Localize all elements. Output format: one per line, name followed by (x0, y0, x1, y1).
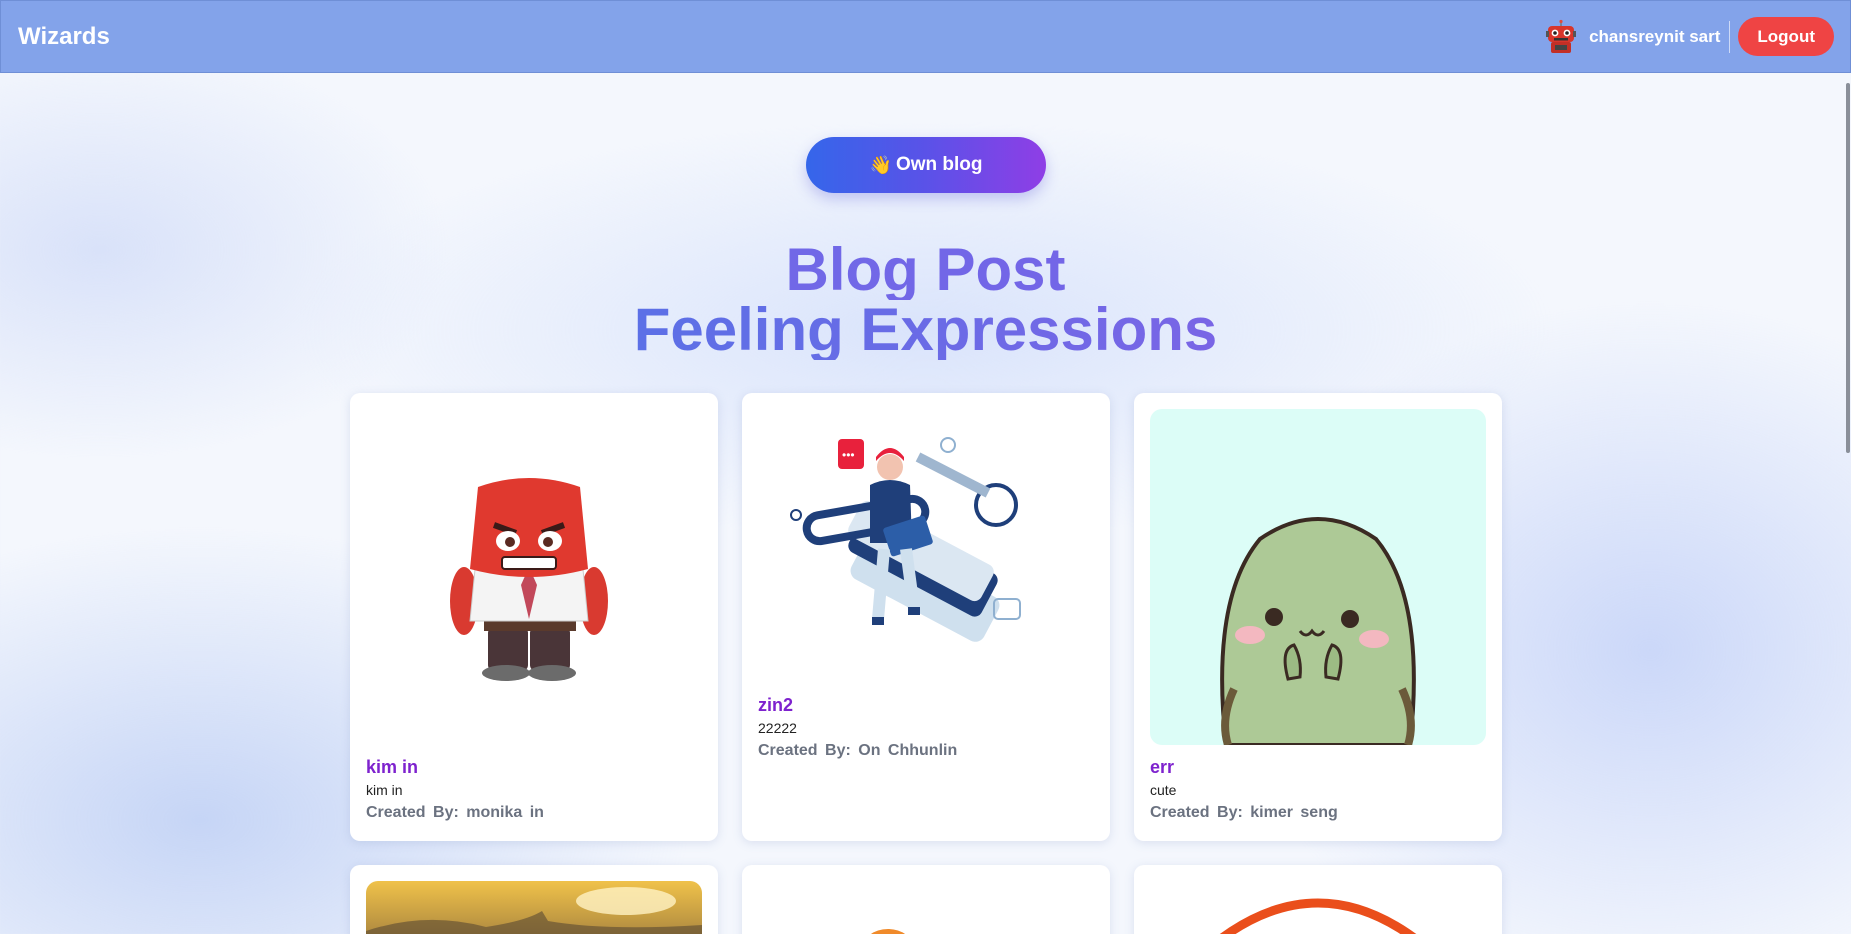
svg-text:•••: ••• (842, 448, 855, 462)
blog-card[interactable] (742, 865, 1110, 934)
blog-card[interactable]: err cute Created By: kimer seng (1134, 393, 1502, 841)
post-title[interactable]: kim in (366, 757, 418, 778)
page-title: Blog Post Feeling Expressions (0, 240, 1851, 360)
nav-divider (1729, 20, 1731, 53)
own-blog-button[interactable]: 👋 Own blog (806, 137, 1046, 193)
page-scrollbar[interactable] (1843, 73, 1851, 934)
blog-card[interactable]: kim in kim in Created By: monika in (350, 393, 718, 841)
user-area: chansreynit sart Logout (1543, 17, 1834, 56)
post-title[interactable]: zin2 (758, 695, 793, 716)
cute-turtle-image (1150, 409, 1486, 745)
orange-character-image (758, 881, 1094, 934)
brand-logo[interactable]: Wizards (18, 23, 110, 51)
blog-card[interactable] (350, 865, 718, 934)
page-title-line-1: Blog Post (0, 240, 1851, 300)
author-name: On Chhunlin (858, 742, 958, 759)
author-label: Created By: (366, 804, 459, 821)
post-description: cute (1150, 782, 1177, 798)
post-description: 22222 (758, 720, 797, 736)
post-title[interactable]: err (1150, 757, 1174, 778)
robot-avatar-icon[interactable] (1543, 19, 1579, 55)
post-author: Created By: kimer seng (1150, 804, 1338, 822)
logout-button[interactable]: Logout (1738, 17, 1834, 56)
sunset-landscape-image (366, 881, 702, 934)
top-navbar: Wizards chansreynit sart Logout (0, 0, 1851, 73)
orange-ring-image (1150, 881, 1486, 934)
laptop-key-illustration-image: ••• (758, 409, 1094, 687)
post-author: Created By: On Chhunlin (758, 742, 957, 760)
blog-card[interactable]: ••• zin2 22222 Created By: On Chhunlin (742, 393, 1110, 841)
page-title-line-2: Feeling Expressions (0, 300, 1851, 360)
username: chansreynit sart (1589, 26, 1721, 46)
author-label: Created By: (1150, 804, 1243, 821)
author-name: kimer seng (1250, 804, 1338, 821)
own-blog-label: Own blog (895, 154, 983, 175)
waving-hand-icon: 👋 (869, 154, 892, 175)
post-author: Created By: monika in (366, 804, 544, 822)
post-description: kim in (366, 782, 403, 798)
author-label: Created By: (758, 742, 851, 759)
blog-card[interactable] (1134, 865, 1502, 934)
author-name: monika in (466, 804, 544, 821)
angry-character-image (366, 409, 702, 749)
